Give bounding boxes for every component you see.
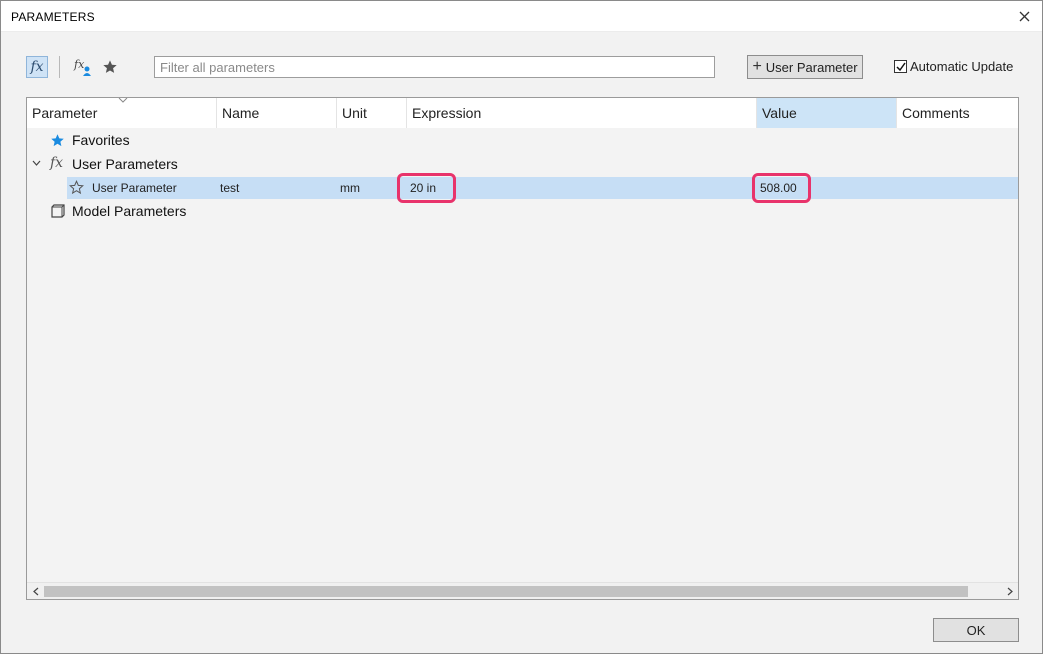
value-highlight: [752, 173, 811, 203]
parameters-dialog: PARAMETERS fx fx + User Parameter Automa…: [0, 0, 1043, 654]
add-user-parameter-button[interactable]: + User Parameter: [747, 55, 863, 79]
cell-unit[interactable]: mm: [340, 181, 360, 195]
column-header-name[interactable]: Name: [217, 98, 337, 128]
scroll-right-arrow-icon[interactable]: [1001, 584, 1018, 599]
star-icon: [103, 60, 117, 73]
chevron-down-icon[interactable]: [32, 160, 41, 166]
table-row[interactable]: User Parameter test mm 20 in 508.00: [67, 177, 1018, 199]
sort-indicator-icon: [118, 98, 128, 103]
automatic-update-checkbox[interactable]: [894, 60, 907, 73]
expression-highlight: [397, 173, 456, 203]
add-user-parameter-label: User Parameter: [765, 59, 858, 75]
cube-icon: [51, 204, 65, 218]
fx-filter-button[interactable]: fx: [26, 56, 48, 78]
automatic-update-label: Automatic Update: [910, 59, 1014, 74]
group-row-model-parameters[interactable]: Model Parameters: [27, 200, 1018, 222]
cell-name[interactable]: test: [220, 181, 239, 195]
fx-user-icon: fx: [73, 58, 91, 76]
fx-icon: fx: [30, 59, 44, 75]
group-row-favorites[interactable]: Favorites: [27, 129, 1018, 151]
filter-parameters-input[interactable]: [154, 56, 715, 78]
column-header-value[interactable]: Value: [757, 98, 897, 128]
group-row-user-parameters[interactable]: fx User Parameters: [27, 153, 1018, 175]
scroll-left-arrow-icon[interactable]: [27, 584, 44, 599]
plus-icon: +: [752, 58, 762, 75]
user-parameters-filter-button[interactable]: fx: [71, 56, 95, 78]
close-button[interactable]: [1006, 1, 1042, 32]
column-header-expression[interactable]: Expression: [407, 98, 757, 128]
ok-button[interactable]: OK: [933, 618, 1019, 642]
group-label-user-parameters: User Parameters: [72, 156, 178, 172]
svg-text:fx: fx: [73, 58, 85, 71]
close-icon: [1019, 11, 1029, 22]
toolbar-separator: [59, 56, 60, 78]
checkmark-icon: [895, 62, 906, 71]
favorite-star-outline-icon[interactable]: [69, 180, 84, 195]
fx-icon: fx: [50, 155, 64, 171]
dialog-title: PARAMETERS: [11, 10, 95, 24]
group-label-model-parameters: Model Parameters: [72, 203, 187, 219]
automatic-update-toggle[interactable]: Automatic Update: [894, 59, 1013, 74]
favorites-star-icon: [51, 134, 64, 147]
parameters-table: Parameter Name Unit Expression Value Com…: [26, 97, 1019, 600]
column-header-parameter[interactable]: Parameter: [27, 98, 217, 128]
horizontal-scrollbar[interactable]: [27, 582, 1018, 599]
favorites-filter-button[interactable]: [99, 56, 121, 78]
group-label-favorites: Favorites: [72, 132, 130, 148]
title-bar: PARAMETERS: [1, 1, 1042, 32]
column-header-comments[interactable]: Comments: [897, 98, 1018, 128]
cell-parameter: User Parameter: [92, 181, 177, 195]
column-header-unit[interactable]: Unit: [337, 98, 407, 128]
table-header: Parameter Name Unit Expression Value Com…: [27, 98, 1018, 128]
scrollbar-thumb[interactable]: [44, 586, 968, 597]
